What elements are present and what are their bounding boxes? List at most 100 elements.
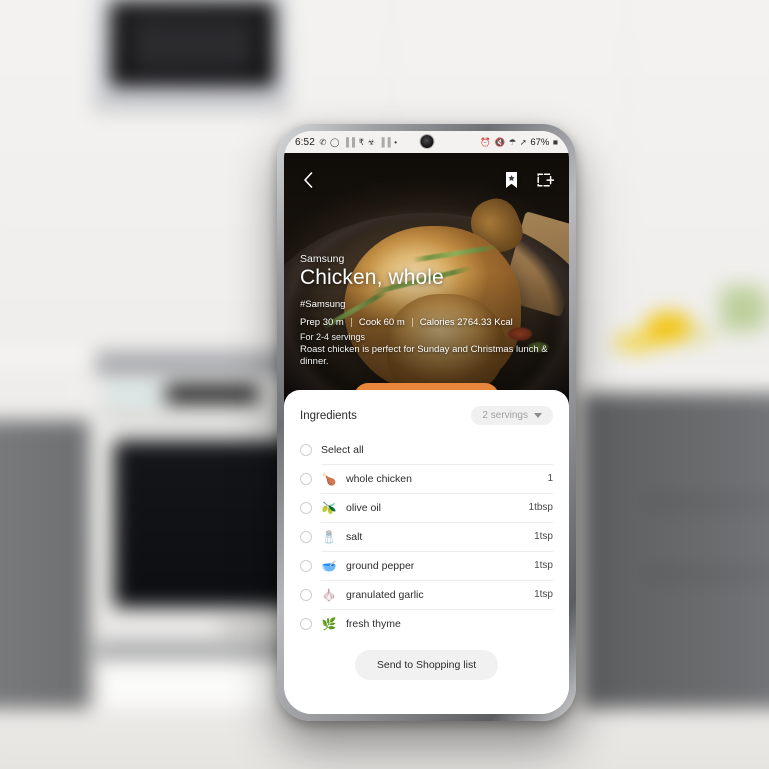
brand-label: Samsung: [300, 252, 345, 265]
microwave-interior: [133, 19, 253, 71]
scene: 6:52 ✆ ◯ ▐▐ ₹ ☣ ▐▐ • ⏰ 🔇 ☂ ➚ 67% ■ Samsu…: [0, 0, 769, 769]
salt-icon: 🧂: [321, 529, 337, 544]
ingredient-quantity: 1: [547, 473, 553, 484]
ingredient-quantity: 1tsp: [534, 531, 553, 542]
burner-knob: [106, 385, 125, 404]
hero-text-block: Samsung Chicken, whole #Samsung Prep 30 …: [300, 253, 553, 368]
message-icon: ◯: [330, 136, 340, 147]
whole-chicken-icon: 🍗: [321, 471, 337, 486]
calories: Calories 2764.33 Kcal: [419, 316, 513, 328]
prep-time: Prep 30 m: [300, 316, 344, 328]
greens-decor: [718, 284, 769, 334]
ingredient-content: 🧂 salt 1tsp: [321, 522, 553, 551]
burner-knob: [142, 385, 161, 404]
dot-icon: •: [394, 136, 398, 147]
ingredients-list: Select all 🍗 whole chicken 1 🫒 olive oil…: [284, 435, 569, 714]
list-item[interactable]: 🌿 fresh thyme: [300, 609, 553, 638]
add-to-collection-icon[interactable]: [535, 170, 555, 190]
wifi-icon: ☂: [508, 136, 517, 147]
olive-oil-icon: 🫒: [321, 500, 337, 515]
recipe-hashtag: #Samsung: [300, 298, 346, 310]
ingredient-checkbox[interactable]: [300, 617, 312, 630]
status-time: 6:52: [295, 136, 315, 148]
ground-pepper-icon: 🥣: [321, 558, 337, 573]
ingredient-content: 🧄 granulated garlic 1tsp: [321, 580, 553, 609]
cabinet-line: [642, 570, 769, 578]
ingredient-name: fresh thyme: [346, 617, 401, 630]
servings-value: 2 servings: [482, 410, 528, 421]
ingredient-quantity: 1tsp: [534, 589, 553, 600]
select-all-label: Select all: [321, 443, 364, 456]
status-bar-right: ⏰ 🔇 ☂ ➚ 67% ■: [480, 137, 558, 148]
hero-navigation: [284, 166, 569, 194]
ingredient-name: salt: [346, 530, 363, 543]
ingredient-content: 🫒 olive oil 1tbsp: [321, 493, 553, 522]
ingredient-content: 🍗 whole chicken 1: [321, 464, 553, 493]
ingredient-name: ground pepper: [346, 559, 415, 572]
ingredient-content: 🌿 fresh thyme: [321, 609, 553, 638]
phone-device: 6:52 ✆ ◯ ▐▐ ₹ ☣ ▐▐ • ⏰ 🔇 ☂ ➚ 67% ■ Samsu…: [277, 124, 576, 721]
ingredient-content: 🥣 ground pepper 1tsp: [321, 551, 553, 580]
recipe-meta: Prep 30 m Cook 60 m Calories 2764.33 Kca…: [300, 317, 553, 328]
status-bar-left: 6:52 ✆ ◯ ▐▐ ₹ ☣ ▐▐ •: [295, 137, 397, 148]
mute-icon: 🔇: [494, 136, 506, 147]
ingredient-checkbox[interactable]: [300, 501, 312, 514]
ingredient-quantity: 1tsp: [534, 560, 553, 571]
ingredient-name: whole chicken: [346, 472, 412, 485]
ingredient-quantity: 1tbsp: [528, 502, 553, 513]
ingredients-header: Ingredients 2 servings: [284, 390, 569, 435]
recipe-hero: Samsung Chicken, whole #Samsung Prep 30 …: [284, 153, 569, 424]
cabinet-left: [0, 420, 90, 739]
meta-divider: [411, 317, 413, 327]
signal-faint-icon: ▐▐: [343, 136, 356, 147]
cabinet-line: [642, 498, 769, 506]
select-all-row[interactable]: Select all: [300, 435, 553, 464]
ingredient-name: granulated garlic: [346, 588, 424, 601]
microwave-base: [93, 95, 289, 111]
front-camera: [420, 135, 433, 148]
ingredient-checkbox[interactable]: [300, 530, 312, 543]
fruit-decor: [681, 326, 714, 344]
list-item[interactable]: 🧄 granulated garlic 1tsp: [300, 580, 553, 609]
list-item[interactable]: 🫒 olive oil 1tbsp: [300, 493, 553, 522]
send-to-shopping-list-button[interactable]: Send to Shopping list: [354, 650, 499, 680]
battery-icon: ■: [552, 136, 558, 147]
app-icon: ☣: [367, 136, 376, 147]
oven-logo: [218, 623, 278, 631]
fresh-thyme-icon: 🌿: [321, 616, 337, 631]
wall-seam: [625, 0, 628, 327]
select-all-checkbox[interactable]: [300, 443, 312, 456]
granulated-garlic-icon: 🧄: [321, 587, 337, 602]
meta-divider: [350, 317, 352, 327]
list-item[interactable]: 🍗 whole chicken 1: [300, 464, 553, 493]
ingredients-sheet: Ingredients 2 servings Select all 🍗 whol…: [284, 390, 569, 714]
ingredient-checkbox[interactable]: [300, 559, 312, 572]
list-item[interactable]: 🥣 ground pepper 1tsp: [300, 551, 553, 580]
recipe-description: Roast chicken is perfect for Sunday and …: [300, 343, 548, 367]
whatsapp-icon: ✆: [319, 136, 327, 147]
ingredient-checkbox[interactable]: [300, 472, 312, 485]
list-item[interactable]: 🧂 salt 1tsp: [300, 522, 553, 551]
phone-screen: 6:52 ✆ ◯ ▐▐ ₹ ☣ ▐▐ • ⏰ 🔇 ☂ ➚ 67% ■ Samsu…: [284, 131, 569, 714]
range-display: [165, 385, 259, 404]
servings-note: For 2-4 servings: [300, 331, 366, 342]
battery-percent: 67%: [530, 136, 550, 148]
select-all-inner: Select all: [321, 435, 553, 464]
ingredient-name: olive oil: [346, 501, 382, 514]
bookmark-star-icon[interactable]: [501, 170, 521, 190]
currency-icon: ₹: [358, 136, 364, 147]
servings-dropdown[interactable]: 2 servings: [471, 406, 553, 425]
cabinet-right: [583, 392, 769, 743]
back-icon[interactable]: [298, 170, 318, 190]
hero-actions: [501, 170, 555, 190]
faint-icon: ▐▐: [378, 136, 391, 147]
send-container: Send to Shopping list: [300, 638, 553, 698]
ingredients-title: Ingredients: [300, 409, 357, 422]
cabinet-seam: [644, 392, 646, 743]
cook-time: Cook 60 m: [358, 316, 405, 328]
alarm-icon: ⏰: [480, 136, 491, 147]
ingredient-checkbox[interactable]: [300, 588, 312, 601]
chevron-down-icon: [534, 413, 542, 418]
recipe-title: Chicken, whole: [300, 265, 444, 289]
airplane-mode-icon: ➚: [519, 136, 527, 147]
